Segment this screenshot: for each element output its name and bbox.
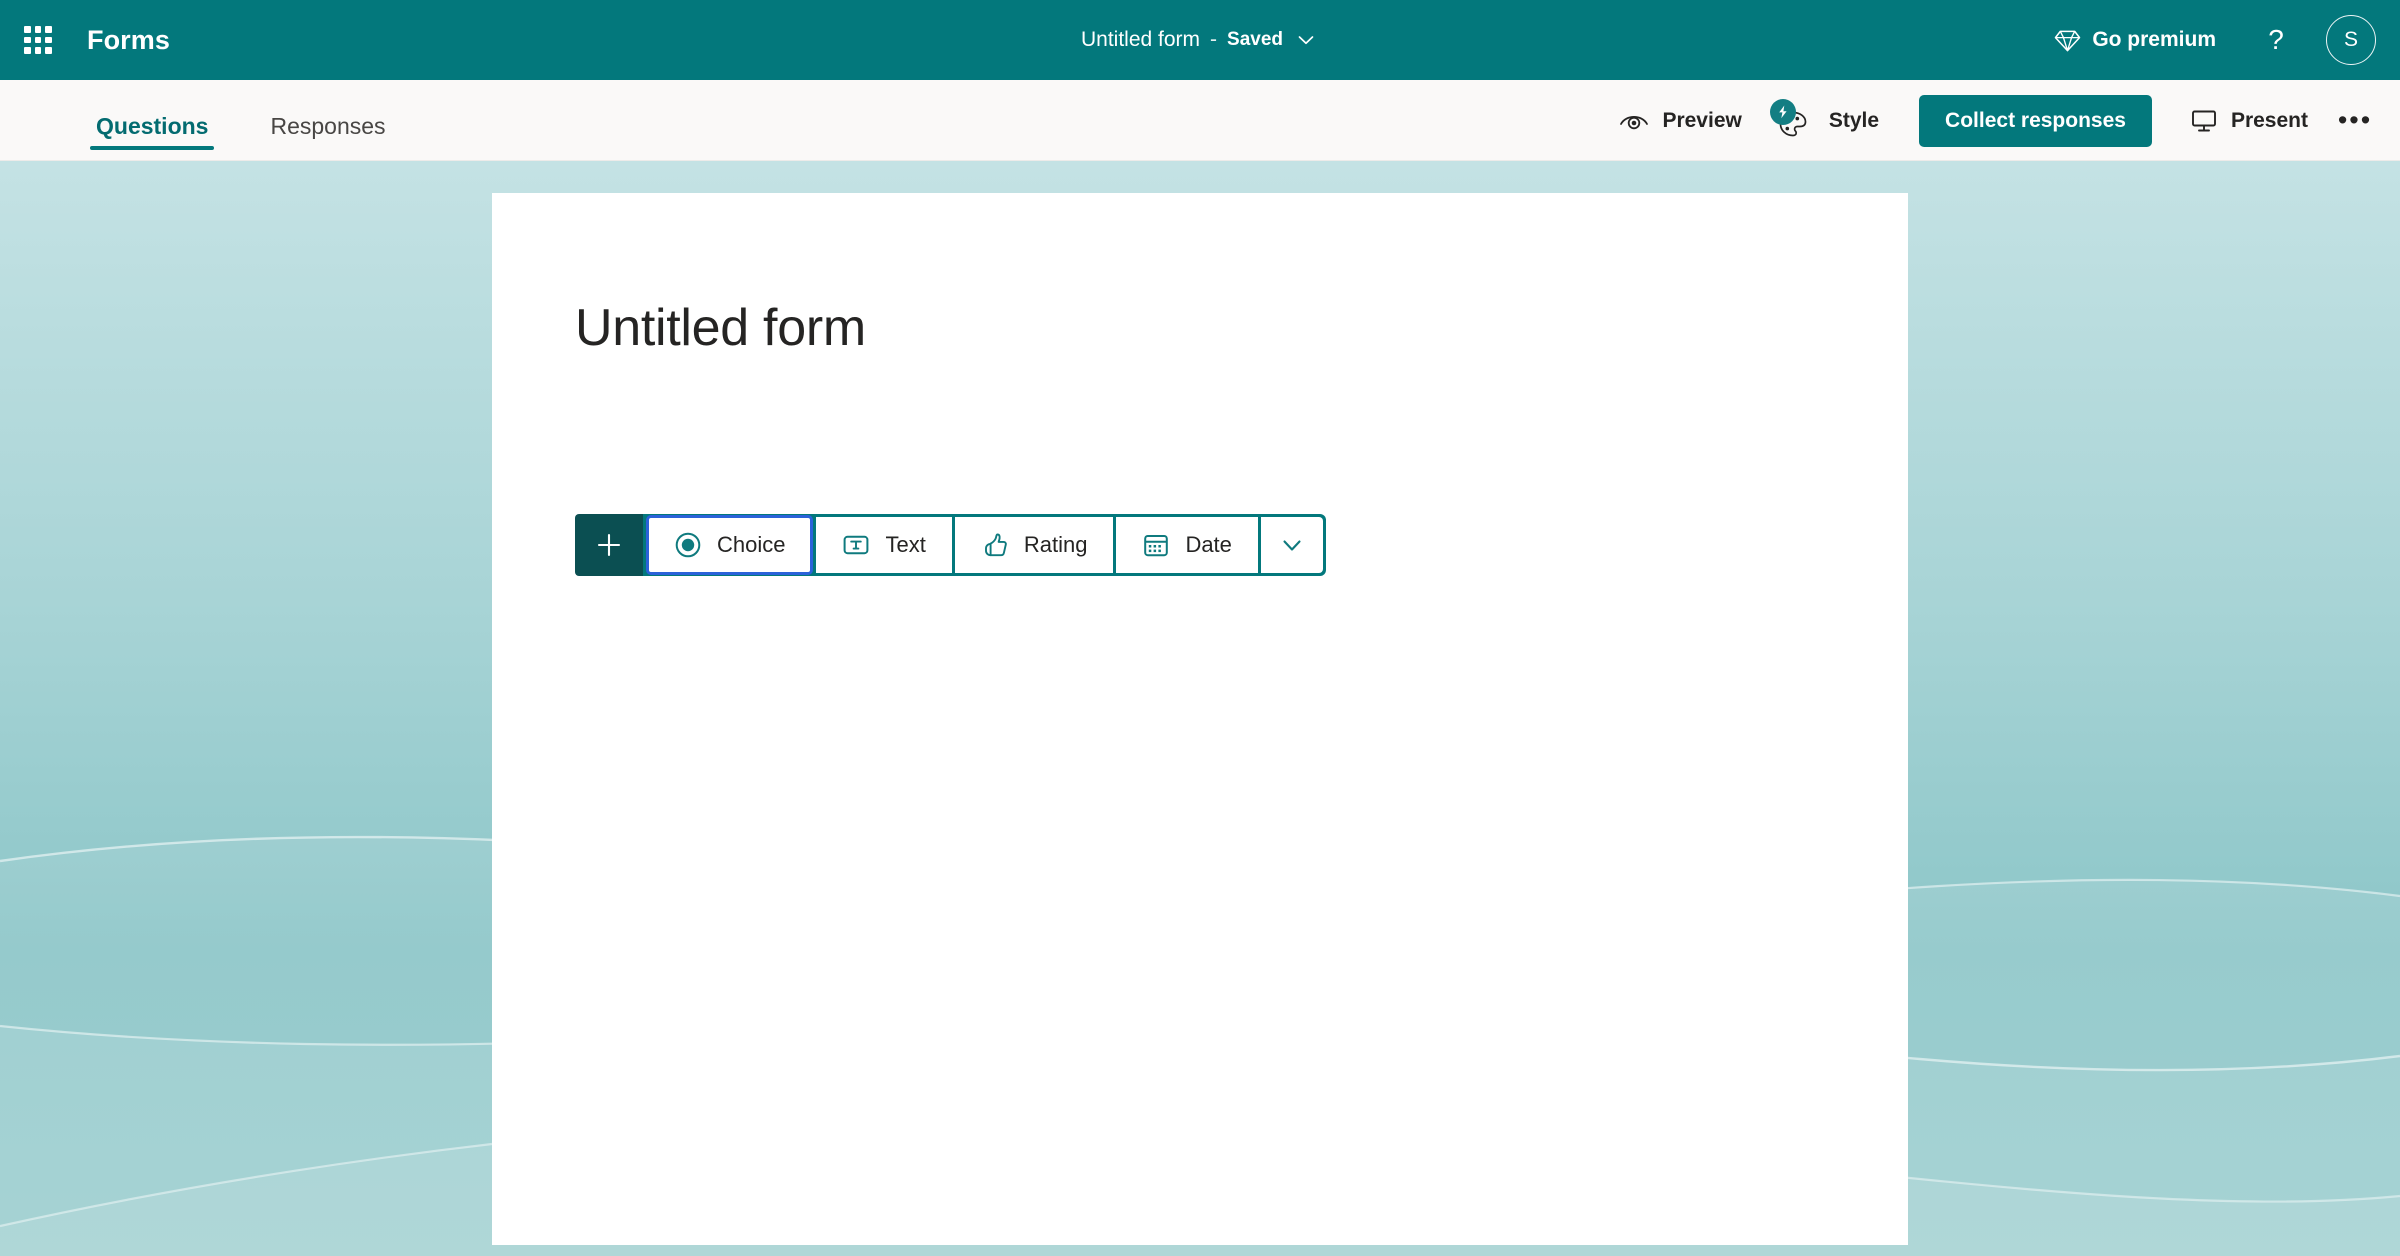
waffle-dot bbox=[24, 47, 31, 54]
question-type-toolbar: Choice Text Rating Date bbox=[575, 514, 1326, 576]
tab-responses[interactable]: Responses bbox=[264, 80, 391, 160]
title-separator: - bbox=[1210, 28, 1218, 51]
form-card: Untitled form Choice Text Rating Date bbox=[492, 193, 1908, 1245]
style-label: Style bbox=[1828, 108, 1880, 132]
document-title-group: Untitled form - Saved bbox=[1081, 0, 1319, 80]
waffle-dot bbox=[24, 26, 31, 33]
waffle-dot bbox=[24, 36, 31, 44]
question-type-rating-label: Rating bbox=[1023, 532, 1088, 557]
question-type-choice-button[interactable]: Choice bbox=[645, 515, 814, 575]
question-type-choice-label: Choice bbox=[717, 532, 786, 557]
app-brand-name[interactable]: Forms bbox=[87, 25, 170, 56]
collect-responses-button[interactable]: Collect responses bbox=[1919, 94, 2152, 147]
go-premium-label: Go premium bbox=[2092, 28, 2216, 51]
palette-icon bbox=[1769, 98, 1808, 138]
waffle-dot bbox=[34, 36, 42, 44]
title-chevron-down-icon[interactable] bbox=[1293, 27, 1319, 53]
text-box-icon bbox=[842, 531, 870, 559]
waffle-dot bbox=[45, 26, 52, 33]
topbar-actions: Go premium ? S bbox=[2040, 0, 2400, 80]
form-title[interactable]: Untitled form bbox=[575, 298, 866, 358]
help-button[interactable]: ? bbox=[2252, 16, 2300, 64]
radio-button-icon bbox=[674, 531, 702, 559]
waffle-dot bbox=[45, 36, 52, 44]
question-type-date-label: Date bbox=[1185, 532, 1232, 557]
calendar-icon bbox=[1142, 531, 1170, 559]
form-canvas: Untitled form Choice Text Rating Date bbox=[0, 161, 2400, 1256]
question-type-text-button[interactable]: Text bbox=[816, 517, 952, 573]
chevron-down-icon bbox=[1277, 530, 1307, 560]
tab-questions[interactable]: Questions bbox=[90, 80, 215, 160]
thumbs-up-icon bbox=[981, 531, 1009, 559]
eye-icon bbox=[1619, 110, 1649, 132]
save-status: Saved bbox=[1227, 29, 1284, 50]
view-tabs: Questions Responses bbox=[90, 80, 442, 160]
waffle-dot bbox=[34, 47, 42, 54]
top-brand-bar: Forms Untitled form - Saved Go premium ?… bbox=[0, 0, 2400, 80]
more-question-types-button[interactable] bbox=[1260, 517, 1323, 573]
present-label: Present bbox=[2230, 108, 2308, 132]
plus-icon bbox=[597, 533, 621, 557]
preview-label: Preview bbox=[1662, 108, 1742, 132]
command-bar-actions: Preview Style Collect responses Present … bbox=[1603, 80, 2400, 161]
present-button[interactable]: Present bbox=[2174, 98, 2324, 144]
add-question-button[interactable] bbox=[575, 514, 643, 576]
waffle-dot bbox=[34, 26, 42, 33]
user-avatar[interactable]: S bbox=[2326, 15, 2376, 65]
question-type-rating-button[interactable]: Rating bbox=[954, 517, 1114, 573]
document-title[interactable]: Untitled form bbox=[1081, 28, 1200, 52]
diamond-icon bbox=[2054, 28, 2081, 53]
more-options-button[interactable]: ••• bbox=[2332, 98, 2378, 144]
go-premium-button[interactable]: Go premium bbox=[2040, 19, 2230, 62]
presentation-screen-icon bbox=[2190, 108, 2218, 134]
style-button[interactable]: Style bbox=[1758, 94, 1895, 148]
command-bar: Questions Responses Preview Style Collec… bbox=[0, 80, 2400, 161]
sparkle-badge-icon bbox=[1769, 98, 1796, 125]
question-type-date-button[interactable]: Date bbox=[1116, 517, 1258, 573]
preview-button[interactable]: Preview bbox=[1603, 99, 1757, 143]
question-type-text-label: Text bbox=[885, 532, 926, 557]
waffle-dot bbox=[45, 47, 52, 54]
app-launcher-icon[interactable] bbox=[19, 21, 57, 59]
